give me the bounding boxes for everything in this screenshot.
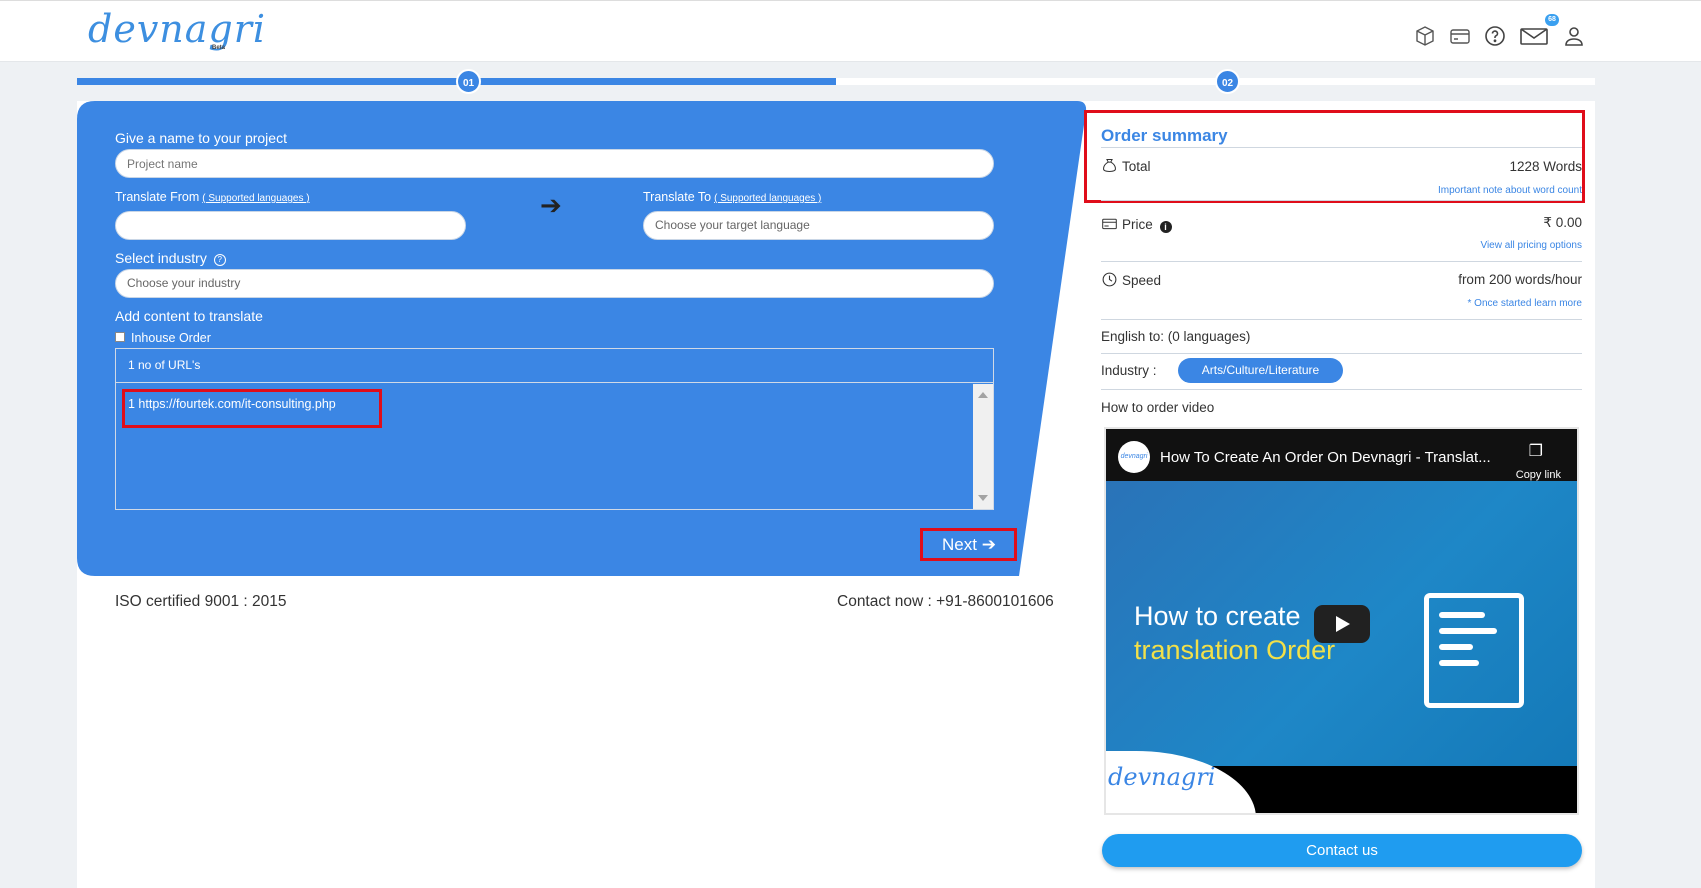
divider bbox=[1101, 353, 1582, 354]
scroll-down-icon[interactable] bbox=[978, 495, 988, 501]
project-name-input[interactable] bbox=[115, 149, 994, 178]
word-count-note-link[interactable]: Important note about word count bbox=[1438, 185, 1582, 196]
supported-languages-to-link[interactable]: ( Supported languages ) bbox=[714, 193, 821, 204]
speed-value: from 200 words/hour bbox=[1458, 272, 1582, 287]
add-content-label: Add content to translate bbox=[115, 308, 263, 324]
cube-icon[interactable] bbox=[1413, 24, 1437, 48]
divider bbox=[1101, 261, 1582, 262]
translate-from-label: Translate From( Supported languages ) bbox=[115, 190, 310, 204]
play-button-icon[interactable] bbox=[1314, 605, 1370, 643]
video-headline-1: How to create bbox=[1134, 601, 1301, 631]
next-button[interactable]: Next ➔ bbox=[924, 531, 1014, 558]
pricing-options-link[interactable]: View all pricing options bbox=[1480, 240, 1582, 251]
speed-learn-more-link[interactable]: * Once started learn more bbox=[1468, 298, 1583, 309]
translate-from-select[interactable] bbox=[115, 211, 466, 240]
project-name-label: Give a name to your project bbox=[115, 130, 287, 146]
video-label: How to order video bbox=[1101, 400, 1215, 415]
divider bbox=[1101, 147, 1582, 148]
video-watermark-logo: devnagri bbox=[1108, 763, 1216, 791]
industry-label: Industry : bbox=[1101, 363, 1157, 378]
step-1-indicator[interactable]: 01 bbox=[456, 69, 481, 94]
top-bar: devnagri Beta bbox=[0, 0, 1701, 62]
order-summary-title: Order summary bbox=[1101, 126, 1228, 145]
step-2-indicator[interactable]: 02 bbox=[1215, 69, 1240, 94]
select-industry-label: Select industry ? bbox=[115, 250, 226, 266]
total-label: Total bbox=[1101, 157, 1151, 174]
translate-from-text: Translate From bbox=[115, 190, 200, 204]
price-label: Price i bbox=[1101, 215, 1172, 233]
beta-label: Beta bbox=[212, 45, 226, 51]
iso-certification: ISO certified 9001 : 2015 bbox=[115, 593, 287, 610]
document-edit-icon bbox=[1424, 593, 1524, 708]
divider bbox=[1101, 389, 1582, 390]
industry-select[interactable]: Choose your industry bbox=[115, 269, 994, 298]
mail-badge: 68 bbox=[1545, 14, 1559, 26]
copy-link-label[interactable]: Copy link bbox=[1516, 469, 1561, 481]
card-icon bbox=[1102, 218, 1117, 230]
speed-label: Speed bbox=[1101, 271, 1161, 288]
contact-us-button[interactable]: Contact us bbox=[1102, 834, 1582, 867]
divider bbox=[1101, 319, 1582, 320]
divider bbox=[1101, 200, 1582, 201]
url-line: 1 https://fourtek.com/it-consulting.php bbox=[128, 397, 336, 411]
help-small-icon[interactable]: ? bbox=[213, 254, 226, 266]
mail-icon[interactable] bbox=[1519, 24, 1549, 48]
video-headline-2: translation Order bbox=[1134, 635, 1336, 665]
channel-avatar[interactable]: devnagri bbox=[1118, 441, 1150, 473]
price-value: ₹ 0.00 bbox=[1543, 215, 1582, 230]
contact-number[interactable]: Contact now : +91-8600101606 bbox=[837, 593, 1054, 611]
translate-to-label: Translate To( Supported languages ) bbox=[643, 190, 821, 204]
translate-to-select[interactable]: Choose your target language bbox=[643, 211, 994, 240]
languages-line: English to: (0 languages) bbox=[1101, 329, 1251, 344]
translate-to-text: Translate To bbox=[643, 190, 712, 204]
total-value: 1228 Words bbox=[1509, 159, 1582, 174]
help-icon[interactable] bbox=[1483, 24, 1507, 48]
next-label: Next bbox=[942, 535, 977, 554]
devnagri-logo[interactable]: devnagri bbox=[88, 9, 266, 49]
money-bag-icon bbox=[1103, 159, 1116, 172]
select-industry-text: Select industry bbox=[115, 250, 207, 266]
info-icon[interactable]: i bbox=[1159, 221, 1172, 233]
video-title[interactable]: How To Create An Order On Devnagri - Tra… bbox=[1160, 449, 1491, 466]
copy-icon[interactable]: ❐ bbox=[1529, 441, 1543, 461]
supported-languages-from-link[interactable]: ( Supported languages ) bbox=[202, 193, 309, 204]
arrow-right-icon: ➔ bbox=[540, 190, 562, 220]
url-count-tab[interactable]: 1 no of URL's bbox=[115, 348, 994, 383]
scroll-up-icon[interactable] bbox=[978, 392, 988, 398]
inhouse-order-checkbox[interactable] bbox=[115, 332, 125, 342]
inhouse-order-label: Inhouse Order bbox=[131, 331, 211, 345]
arrow-right-small-icon: ➔ bbox=[981, 535, 996, 554]
textarea-scrollbar[interactable] bbox=[973, 384, 993, 509]
card-icon[interactable] bbox=[1448, 24, 1472, 48]
clock-icon bbox=[1102, 272, 1117, 287]
video-player[interactable]: How to create translation Order devnagri… bbox=[1104, 427, 1579, 815]
industry-tag[interactable]: Arts/Culture/Literature bbox=[1178, 358, 1343, 383]
user-icon[interactable] bbox=[1562, 24, 1586, 48]
